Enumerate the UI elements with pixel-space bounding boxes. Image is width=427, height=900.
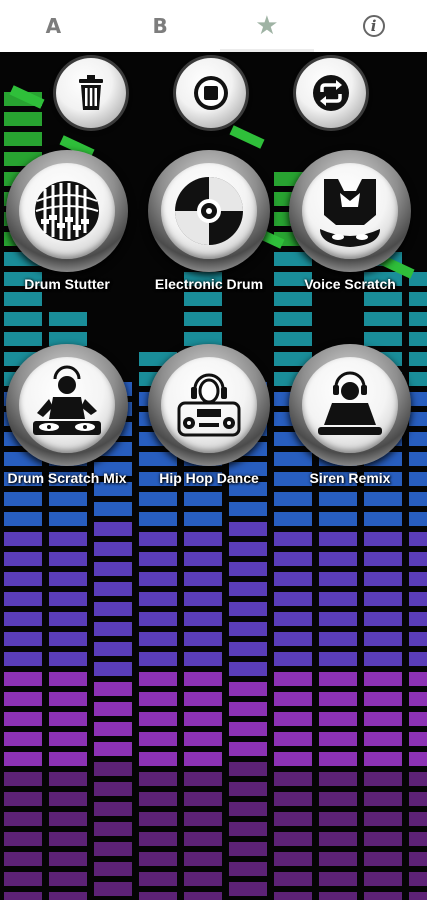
sound-button-siren-remix[interactable]: Siren Remix bbox=[285, 344, 415, 486]
clear-button[interactable] bbox=[56, 58, 126, 128]
sound-label: Electronic Drum bbox=[154, 276, 264, 292]
tab-a-label: A bbox=[45, 14, 62, 38]
sound-disc bbox=[289, 344, 411, 466]
sound-button-drum-stutter[interactable]: Drum Stutter bbox=[2, 150, 132, 292]
app-screen: A B ★ i Drum Stutter Electronic Drum Voi… bbox=[0, 0, 427, 900]
vinyl-disc-icon bbox=[175, 177, 243, 245]
tab-favorites[interactable]: ★ bbox=[214, 0, 321, 52]
tab-b[interactable]: B bbox=[107, 0, 214, 52]
sound-button-drum-scratch-mix[interactable]: Drum Scratch Mix bbox=[2, 344, 132, 486]
sound-button-electronic-drum[interactable]: Electronic Drum bbox=[144, 150, 274, 292]
sound-label: Hip Hop Dance bbox=[159, 470, 259, 486]
sound-disc bbox=[6, 344, 128, 466]
tab-b-label: B bbox=[152, 14, 168, 38]
sound-label: Drum Stutter bbox=[24, 276, 110, 292]
tab-a[interactable]: A bbox=[0, 0, 107, 52]
stop-icon bbox=[194, 76, 228, 110]
tab-info[interactable]: i bbox=[320, 0, 427, 52]
repeat-icon bbox=[313, 75, 349, 111]
dj-headphones-icon bbox=[318, 371, 382, 435]
sound-disc bbox=[148, 344, 270, 466]
dj-mask-icon bbox=[320, 179, 380, 247]
drum-stutter-icon bbox=[35, 181, 99, 241]
sound-button-voice-scratch[interactable]: Voice Scratch bbox=[285, 150, 415, 292]
sound-disc bbox=[289, 150, 411, 272]
sound-disc bbox=[148, 150, 270, 272]
sound-label: Voice Scratch bbox=[304, 276, 396, 292]
tab-bar: A B ★ i bbox=[0, 0, 427, 52]
repeat-button[interactable] bbox=[296, 58, 366, 128]
stop-button[interactable] bbox=[176, 58, 246, 128]
sound-label: Drum Scratch Mix bbox=[7, 470, 127, 486]
info-icon: i bbox=[362, 15, 385, 37]
trash-icon bbox=[79, 75, 103, 110]
sound-button-hip-hop-dance[interactable]: Hip Hop Dance bbox=[144, 344, 274, 486]
dj-turntables-icon bbox=[33, 365, 101, 435]
sound-label: Siren Remix bbox=[309, 470, 391, 486]
star-icon: ★ bbox=[255, 11, 279, 41]
boombox-dj-icon bbox=[177, 373, 241, 437]
sound-disc bbox=[6, 150, 128, 272]
